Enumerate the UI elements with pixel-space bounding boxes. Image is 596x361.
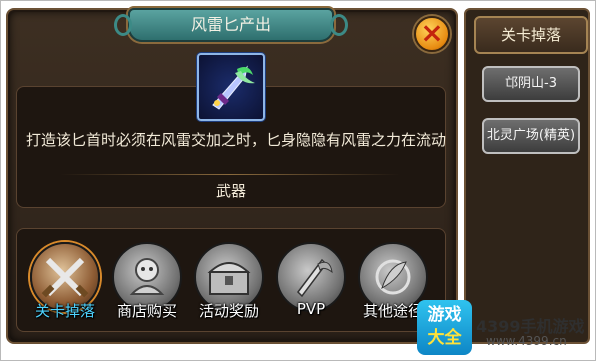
dagger-item-icon — [197, 53, 265, 121]
source-label-pvp: PVP — [296, 300, 326, 318]
side-panel-tab[interactable]: 关卡掉落 — [474, 16, 588, 54]
source-label-event-reward: 活动奖励 — [198, 302, 259, 320]
title-ornament-right — [330, 14, 348, 36]
dialog-title: 风雷匕产出 — [190, 15, 271, 34]
source-label-stage-drop: 关卡掉落 — [34, 302, 95, 320]
item-description: 打造该匕首时必须在风雷交加之时，匕身隐隐有风雷之力在流动 — [26, 131, 447, 149]
stage-list-item[interactable]: 邙阴山-3 — [482, 66, 580, 102]
source-label-shop: 商店购买 — [116, 302, 177, 320]
watermark-url: www.4399.cn — [486, 334, 567, 348]
dialog-title-tab: 风雷匕产出 — [114, 8, 348, 42]
title-ornament-left — [114, 14, 132, 36]
game-guide-logo: 游戏 大全 — [417, 300, 472, 355]
item-category: 武器 — [215, 182, 246, 200]
stage-drop-side-panel — [464, 8, 590, 344]
stage-list-item[interactable]: 北灵广场(精英) — [482, 118, 580, 154]
description-divider — [60, 174, 400, 175]
close-icon: × — [420, 16, 444, 49]
logo-line-2: 大全 — [427, 328, 462, 348]
close-button[interactable]: × — [414, 16, 450, 52]
dagger-icon — [212, 65, 255, 110]
logo-line-1: 游戏 — [427, 305, 462, 325]
